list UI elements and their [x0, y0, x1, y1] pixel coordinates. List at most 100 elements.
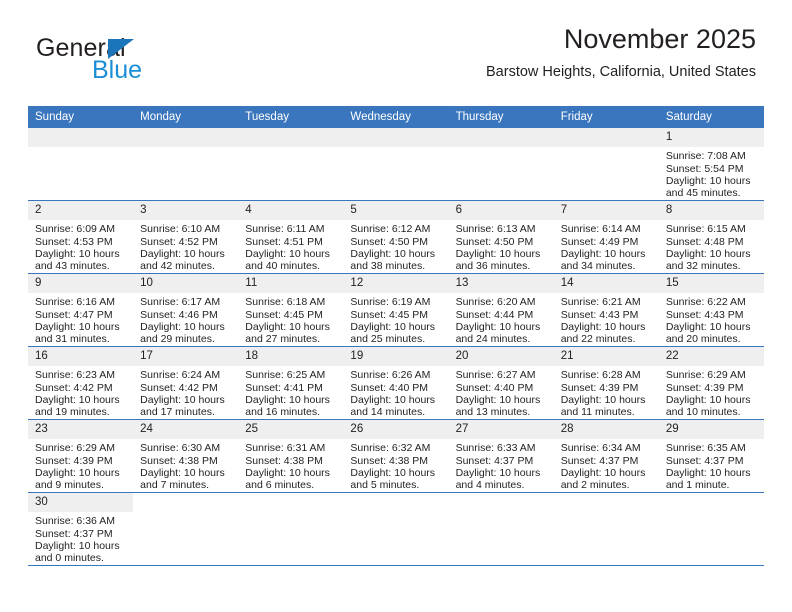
day-cell-inner: 11 Sunrise: 6:18 AM Sunset: 4:45 PM Dayligh…: [238, 274, 344, 346]
day-number: [133, 128, 239, 148]
calendar-day-cell[interactable]: 8 Sunrise: 6:15 AM Sunset: 4:48 PM Daylight…: [658, 200, 764, 274]
sunset-text: Sunset: 4:45 PM: [350, 308, 429, 321]
day-cell-inner: 30 Sunrise: 6:36 AM Sunset: 4:37 PM Dayligh…: [28, 493, 134, 565]
day-cell-inner: 22 Sunrise: 6:29 AM Sunset: 4:39 PM Dayligh…: [658, 347, 764, 419]
day-cell-inner: 2 Sunrise: 6:09 AM Sunset: 4:53 PM Daylight…: [28, 201, 134, 273]
sunset-text: Sunset: 4:43 PM: [560, 308, 639, 321]
daylight-text-line2: and 16 minutes.: [245, 406, 320, 419]
daylight-text-line1: Daylight: 10 hours: [35, 540, 120, 553]
calendar-day-cell[interactable]: 17 Sunrise: 6:24 AM Sunset: 4:42 PM Dayligh…: [133, 346, 239, 420]
calendar-week-row: 23 Sunrise: 6:29 AM Sunset: 4:39 PM Dayligh…: [28, 419, 764, 493]
day-cell-inner: 12 Sunrise: 6:19 AM Sunset: 4:45 PM Dayligh…: [343, 274, 449, 346]
daylight-text-line2: and 9 minutes.: [35, 479, 104, 492]
day-details: Sunrise: 6:21 AM Sunset: 4:43 PM Daylight:…: [554, 293, 659, 346]
sunset-text: Sunset: 4:43 PM: [665, 308, 744, 321]
calendar-day-cell[interactable]: 27 Sunrise: 6:33 AM Sunset: 4:37 PM Dayligh…: [448, 419, 554, 493]
day-number: [448, 493, 554, 513]
day-cell-inner: 24 Sunrise: 6:30 AM Sunset: 4:38 PM Dayligh…: [133, 420, 239, 492]
calendar-day-cell[interactable]: 6 Sunrise: 6:13 AM Sunset: 4:50 PM Daylight…: [448, 200, 554, 274]
calendar-day-cell[interactable]: 29 Sunrise: 6:35 AM Sunset: 4:37 PM Dayligh…: [658, 419, 764, 493]
daylight-text-line1: Daylight: 10 hours: [35, 394, 120, 407]
sunrise-text: Sunrise: 6:12 AM: [350, 223, 431, 236]
calendar-day-cell[interactable]: 21 Sunrise: 6:28 AM Sunset: 4:39 PM Dayligh…: [553, 346, 659, 420]
calendar-day-cell[interactable]: 20 Sunrise: 6:27 AM Sunset: 4:40 PM Dayligh…: [448, 346, 554, 420]
calendar-body: 1 Sunrise: 7:08 AM Sunset: 5:54 PM Daylight…: [28, 128, 764, 566]
calendar-day-cell[interactable]: 24 Sunrise: 6:30 AM Sunset: 4:38 PM Dayligh…: [133, 419, 239, 493]
sunset-text: Sunset: 4:37 PM: [35, 527, 113, 540]
calendar-day-cell[interactable]: 19 Sunrise: 6:26 AM Sunset: 4:40 PM Dayligh…: [343, 346, 449, 420]
daylight-text-line2: and 45 minutes.: [665, 187, 741, 200]
sunset-text: Sunset: 4:41 PM: [245, 381, 323, 394]
sunrise-text: Sunrise: 6:33 AM: [455, 442, 536, 455]
sunset-text: Sunset: 4:42 PM: [35, 381, 113, 394]
day-details: Sunrise: 6:35 AM Sunset: 4:37 PM Daylight:…: [659, 439, 764, 492]
day-cell-inner: 14 Sunrise: 6:21 AM Sunset: 4:43 PM Dayligh…: [553, 274, 659, 346]
day-number: 28: [553, 420, 659, 440]
sunrise-sunset-calendar: Sunday Monday Tuesday Wednesday Thursday Frid…: [28, 106, 764, 566]
calendar-day-cell[interactable]: 3 Sunrise: 6:10 AM Sunset: 4:52 PM Daylight…: [133, 200, 239, 274]
sunrise-text: Sunrise: 6:30 AM: [140, 442, 221, 455]
day-cell-inner: 10 Sunrise: 6:17 AM Sunset: 4:46 PM Dayligh…: [133, 274, 239, 346]
weekday-header-saturday: Saturday: [658, 106, 764, 128]
daylight-text-line2: and 40 minutes.: [245, 260, 320, 273]
sunset-text: Sunset: 4:42 PM: [140, 381, 218, 394]
sunset-text: Sunset: 4:53 PM: [35, 235, 113, 248]
daylight-text-line2: and 24 minutes.: [455, 333, 531, 346]
day-number: 23: [28, 420, 134, 440]
daylight-text-line1: Daylight: 10 hours: [245, 467, 330, 480]
calendar-day-cell[interactable]: 13 Sunrise: 6:20 AM Sunset: 4:44 PM Dayligh…: [448, 273, 554, 347]
calendar-page: General Blue November 2025 Barstow Heigh…: [0, 0, 792, 612]
sunrise-text: Sunrise: 6:22 AM: [665, 296, 746, 309]
calendar-day-cell[interactable]: 1 Sunrise: 7:08 AM Sunset: 5:54 PM Daylight…: [658, 128, 764, 201]
day-cell-inner: 13 Sunrise: 6:20 AM Sunset: 4:44 PM Dayligh…: [448, 274, 554, 346]
calendar-week-row: 16 Sunrise: 6:23 AM Sunset: 4:42 PM Dayligh…: [28, 346, 764, 420]
daylight-text-line2: and 29 minutes.: [140, 333, 215, 346]
sunrise-text: Sunrise: 6:25 AM: [245, 369, 326, 382]
sunrise-text: Sunrise: 7:08 AM: [665, 150, 746, 163]
sunrise-text: Sunrise: 6:23 AM: [35, 369, 115, 382]
sunrise-text: Sunrise: 6:24 AM: [140, 369, 221, 382]
sunset-text: Sunset: 4:44 PM: [455, 308, 534, 321]
title-block: November 2025 Barstow Heights, Californi…: [486, 24, 756, 81]
sunrise-text: Sunrise: 6:29 AM: [35, 442, 115, 455]
calendar-day-cell[interactable]: 11 Sunrise: 6:18 AM Sunset: 4:45 PM Dayligh…: [238, 273, 344, 347]
daylight-text-line1: Daylight: 10 hours: [35, 321, 120, 334]
day-number: [553, 493, 659, 513]
sunset-text: Sunset: 4:52 PM: [140, 235, 218, 248]
day-cell-inner: 25 Sunrise: 6:31 AM Sunset: 4:38 PM Dayligh…: [238, 420, 344, 492]
calendar-day-cell[interactable]: 15 Sunrise: 6:22 AM Sunset: 4:43 PM Dayligh…: [658, 273, 764, 347]
day-number: 29: [658, 420, 764, 440]
calendar-day-cell[interactable]: 14 Sunrise: 6:21 AM Sunset: 4:43 PM Dayligh…: [553, 273, 659, 347]
calendar-day-cell[interactable]: 18 Sunrise: 6:25 AM Sunset: 4:41 PM Dayligh…: [238, 346, 344, 420]
daylight-text-line1: Daylight: 10 hours: [245, 248, 330, 261]
general-blue-logo[interactable]: General Blue: [36, 36, 226, 88]
daylight-text-line1: Daylight: 10 hours: [455, 321, 541, 334]
calendar-day-cell[interactable]: 26 Sunrise: 6:32 AM Sunset: 4:38 PM Dayligh…: [343, 419, 449, 493]
calendar-day-cell[interactable]: 30 Sunrise: 6:36 AM Sunset: 4:37 PM Dayligh…: [28, 492, 134, 566]
sunset-text: Sunset: 4:45 PM: [245, 308, 323, 321]
daylight-text-line2: and 38 minutes.: [350, 260, 426, 273]
calendar-day-cell[interactable]: 22 Sunrise: 6:29 AM Sunset: 4:39 PM Dayligh…: [658, 346, 764, 420]
calendar-day-cell[interactable]: 28 Sunrise: 6:34 AM Sunset: 4:37 PM Dayligh…: [553, 419, 659, 493]
day-cell-inner: [448, 493, 554, 565]
day-details: Sunrise: 6:27 AM Sunset: 4:40 PM Daylight:…: [449, 366, 554, 419]
calendar-day-cell[interactable]: 9 Sunrise: 6:16 AM Sunset: 4:47 PM Daylight…: [28, 273, 134, 347]
calendar-day-cell[interactable]: 16 Sunrise: 6:23 AM Sunset: 4:42 PM Dayligh…: [28, 346, 134, 420]
day-number: 6: [448, 201, 554, 221]
daylight-text-line1: Daylight: 10 hours: [245, 321, 330, 334]
calendar-day-cell[interactable]: 23 Sunrise: 6:29 AM Sunset: 4:39 PM Dayligh…: [28, 419, 134, 493]
daylight-text-line2: and 13 minutes.: [455, 406, 531, 419]
calendar-day-cell[interactable]: 25 Sunrise: 6:31 AM Sunset: 4:38 PM Dayligh…: [238, 419, 344, 493]
day-number: 30: [28, 493, 134, 513]
day-cell-inner: 17 Sunrise: 6:24 AM Sunset: 4:42 PM Dayligh…: [133, 347, 239, 419]
calendar-day-cell[interactable]: 7 Sunrise: 6:14 AM Sunset: 4:49 PM Daylight…: [553, 200, 659, 274]
calendar-day-cell[interactable]: 2 Sunrise: 6:09 AM Sunset: 4:53 PM Daylight…: [28, 200, 134, 274]
sunrise-text: Sunrise: 6:11 AM: [245, 223, 325, 236]
daylight-text-line2: and 31 minutes.: [35, 333, 110, 346]
calendar-day-cell[interactable]: 5 Sunrise: 6:12 AM Sunset: 4:50 PM Daylight…: [343, 200, 449, 274]
calendar-day-cell[interactable]: 10 Sunrise: 6:17 AM Sunset: 4:46 PM Dayligh…: [133, 273, 239, 347]
day-cell-inner: 9 Sunrise: 6:16 AM Sunset: 4:47 PM Daylight…: [28, 274, 134, 346]
sunrise-text: Sunrise: 6:17 AM: [140, 296, 221, 309]
calendar-day-cell[interactable]: 4 Sunrise: 6:11 AM Sunset: 4:51 PM Daylight…: [238, 200, 344, 274]
calendar-day-cell[interactable]: 12 Sunrise: 6:19 AM Sunset: 4:45 PM Dayligh…: [343, 273, 449, 347]
